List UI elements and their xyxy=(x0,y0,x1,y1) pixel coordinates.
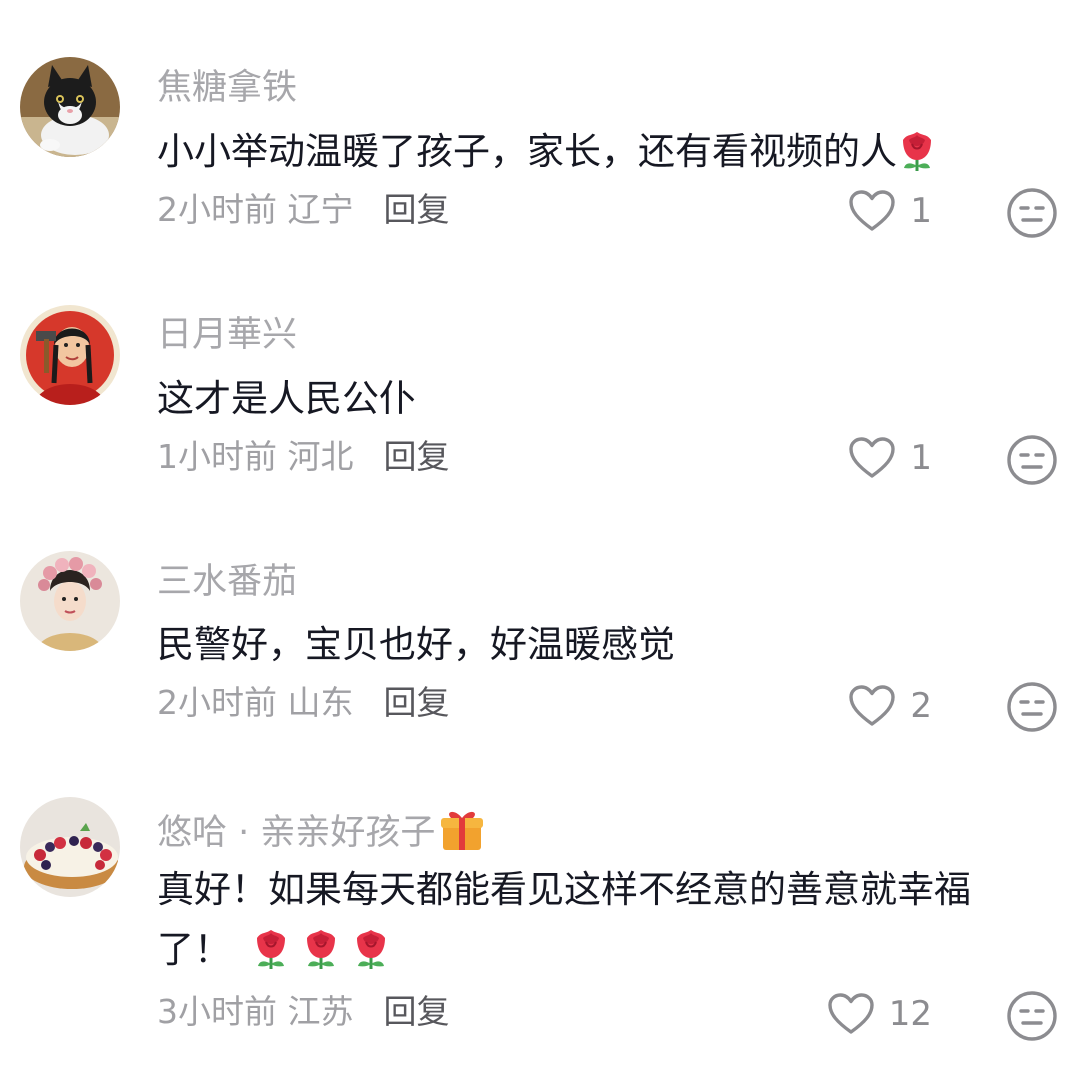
comment-time: 1小时前 xyxy=(157,437,277,476)
comment-meta: 1小时前 河北 回复 xyxy=(157,435,450,479)
like-count: 1 xyxy=(910,191,932,231)
cat-avatar[interactable] xyxy=(20,57,120,157)
meh-face-icon[interactable] xyxy=(1006,990,1058,1042)
meh-face-icon[interactable] xyxy=(1006,434,1058,486)
comment-time: 2小时前 xyxy=(157,683,277,722)
heart-outline-icon xyxy=(827,992,875,1036)
reply-button[interactable]: 回复 xyxy=(384,437,450,476)
comment-text: 小小举动温暖了孩子，家长，还有看视频的人 xyxy=(157,124,1027,180)
heart-outline-icon xyxy=(848,684,896,728)
comment-text: 民警好，宝贝也好，好温暖感觉 xyxy=(157,617,1027,673)
comment-text-line: 真好！如果每天都能看见这样不经意的善意就幸福 xyxy=(157,868,971,911)
rose-emoji xyxy=(897,128,937,172)
like-button[interactable]: 12 xyxy=(827,992,932,1036)
comment-text-content: 民警好，宝贝也好，好温暖感觉 xyxy=(157,623,675,666)
like-button[interactable]: 1 xyxy=(848,436,932,480)
comment-meta: 3小时前 江苏 回复 xyxy=(157,990,450,1034)
rose-emoji xyxy=(301,926,341,970)
comment-text: 这才是人民公仆 xyxy=(157,371,1027,427)
meh-face-icon[interactable] xyxy=(1006,187,1058,239)
username[interactable]: 悠哈 · 亲亲好孩子 xyxy=(157,806,485,855)
comment-location: 山东 xyxy=(287,683,354,722)
comment-text: 真好！如果每天都能看见这样不经意的善意就幸福 了！ xyxy=(157,862,1027,978)
rose-emoji xyxy=(251,926,291,970)
comment-text-line: 了！ xyxy=(157,922,1027,978)
like-count: 2 xyxy=(910,686,932,726)
comment-meta: 2小时前 山东 回复 xyxy=(157,681,450,725)
reply-button[interactable]: 回复 xyxy=(384,992,450,1031)
username[interactable]: 日月華兴 xyxy=(157,313,297,357)
comment-time: 2小时前 xyxy=(157,190,277,229)
comment-text-content: 这才是人民公仆 xyxy=(157,377,416,420)
like-count: 12 xyxy=(888,994,932,1034)
like-count: 1 xyxy=(910,438,932,478)
reply-button[interactable]: 回复 xyxy=(384,683,450,722)
worker-woman-avatar[interactable] xyxy=(20,305,120,405)
username-text: 悠哈 · 亲亲好孩子 xyxy=(157,813,436,853)
comment-location: 河北 xyxy=(287,437,354,476)
woman-headdress-avatar[interactable] xyxy=(20,551,120,651)
like-button[interactable]: 1 xyxy=(848,189,932,233)
reply-button[interactable]: 回复 xyxy=(384,190,450,229)
username[interactable]: 三水番茄 xyxy=(157,560,297,604)
comment-text-content: 小小举动温暖了孩子，家长，还有看视频的人 xyxy=(157,130,897,173)
like-button[interactable]: 2 xyxy=(848,684,932,728)
heart-outline-icon xyxy=(848,189,896,233)
fruit-tart-avatar[interactable] xyxy=(20,797,120,897)
comment-time: 3小时前 xyxy=(157,992,277,1031)
comment-location: 江苏 xyxy=(287,992,354,1031)
meh-face-icon[interactable] xyxy=(1006,681,1058,733)
comment-text-content: 了！ xyxy=(157,928,231,971)
username[interactable]: 焦糖拿铁 xyxy=(157,66,297,110)
rose-emoji xyxy=(351,926,391,970)
comment-location: 辽宁 xyxy=(287,190,354,229)
comment-meta: 2小时前 辽宁 回复 xyxy=(157,188,450,232)
heart-outline-icon xyxy=(848,436,896,480)
gift-emoji xyxy=(441,811,484,850)
